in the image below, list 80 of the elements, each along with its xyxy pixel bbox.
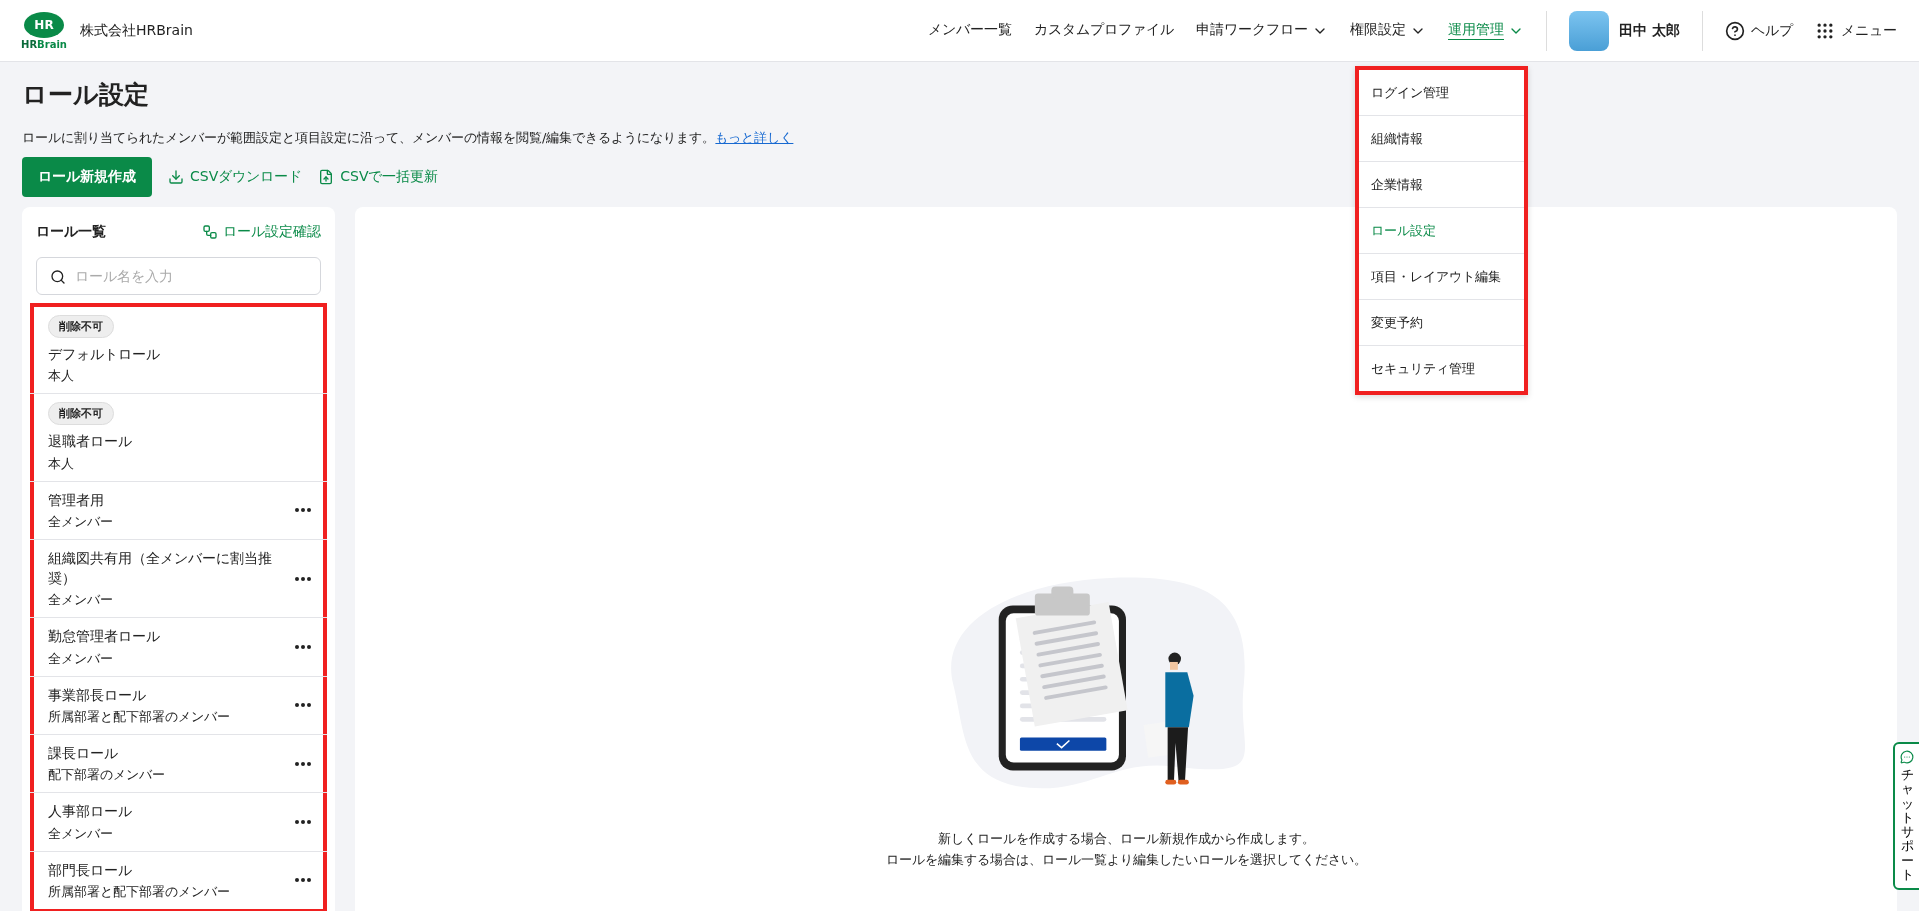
csv-download-button[interactable]: CSVダウンロード (168, 168, 303, 186)
role-confirm-link[interactable]: ロール設定確認 (202, 223, 321, 241)
role-list-item[interactable]: 部門長ロール 所属部署と配下部署のメンバー (30, 851, 327, 909)
ellipsis-icon (295, 576, 311, 581)
role-list-item[interactable]: 削除不可 デフォルトロール 本人 (30, 307, 327, 395)
menu-item[interactable]: 変更予約 (1359, 300, 1524, 346)
more-options-button[interactable] (295, 703, 311, 708)
search-icon (50, 269, 66, 285)
role-list-item[interactable]: 組織図共有用（全メンバーに割当推奨） 全メンバー (30, 539, 327, 619)
more-options-button[interactable] (295, 820, 311, 824)
role-scope: 全メンバー (48, 592, 114, 610)
role-scope: 配下部署のメンバー (48, 767, 165, 785)
role-name: 組織図共有用（全メンバーに割当推奨） (48, 548, 273, 589)
role-name: 部門長ロール (48, 860, 133, 880)
role-list-item[interactable]: 勤怠管理者ロール 全メンバー (30, 618, 327, 677)
more-options-button[interactable] (295, 761, 311, 766)
page-title: ロール設定 (22, 79, 149, 111)
user-avatar[interactable] (1569, 10, 1610, 51)
role-scope: 所属部署と配下部署のメンバー (48, 709, 230, 727)
logo-mark: HR (24, 11, 64, 38)
help-link[interactable]: ヘルプ (1725, 20, 1793, 41)
nav-link[interactable]: 運用管理 (1448, 21, 1525, 40)
file-upload-icon (318, 169, 335, 185)
role-name: 管理者用 (48, 490, 105, 510)
role-scope: 所属部署と配下部署のメンバー (48, 883, 230, 901)
menu-item[interactable]: ログイン管理 (1359, 70, 1524, 116)
role-name: 課長ロール (48, 744, 119, 764)
more-options-button[interactable] (295, 576, 311, 581)
role-search-field[interactable]: ロール名を入力 (36, 257, 321, 295)
role-scope: 全メンバー (48, 650, 114, 668)
user-name: 田中 太郎 (1619, 21, 1680, 40)
page-description: ロールに割り当てられたメンバーが範囲設定と項目設定に沿って、メンバーの情報を閲覧/編集できるようになります。もっと詳しく (22, 129, 794, 147)
panel-title: ロール一覧 (36, 223, 106, 241)
help-icon (1725, 20, 1745, 41)
role-list-item[interactable]: 人事部ロール 全メンバー (30, 793, 327, 852)
role-list-item[interactable]: 削除不可 退職者ロール 本人 (30, 394, 327, 482)
nav-link[interactable]: メンバー一覧 (928, 21, 1013, 40)
logo-wordmark: HRBrain (21, 39, 67, 50)
role-scope: 全メンバー (48, 513, 113, 531)
menu-item[interactable]: 組織情報 (1359, 116, 1524, 162)
create-role-button[interactable]: ロール新規作成 (22, 157, 152, 197)
download-icon (168, 169, 184, 185)
ellipsis-icon (295, 761, 311, 766)
csv-upload-button[interactable]: CSVで一括更新 (318, 168, 439, 186)
menu-item[interactable]: セキュリティ管理 (1359, 346, 1524, 391)
more-options-button[interactable] (295, 878, 311, 883)
chat-support-tab[interactable]: チャットサポート (1893, 742, 1919, 891)
role-scope: 全メンバー (48, 825, 114, 843)
more-link[interactable]: もっと詳しく (715, 130, 794, 145)
menu-item[interactable]: ロール設定 (1359, 208, 1524, 254)
ellipsis-icon (295, 820, 311, 824)
undeletable-badge: 削除不可 (48, 402, 114, 426)
role-name: 勤怠管理者ロール (48, 627, 160, 647)
empty-state-message: 新しくロールを作成する場合、ロール新規作成から作成します。 ロールを編集する場合は、ロール一覧より編集したいロールを選択してください。 (885, 830, 1367, 870)
nav-link[interactable]: 申請ワークフロー (1196, 21, 1329, 40)
ellipsis-icon (295, 508, 311, 513)
ellipsis-icon (295, 703, 311, 708)
hierarchy-icon (202, 224, 218, 240)
role-scope: 本人 (48, 368, 75, 386)
nav-link[interactable]: カスタムプロファイル (1034, 21, 1175, 40)
role-list-item[interactable]: 課長ロール 配下部署のメンバー (30, 735, 327, 794)
ellipsis-icon (295, 645, 311, 650)
role-name: 人事部ロール (48, 802, 132, 822)
menu-link[interactable]: メニュー (1815, 20, 1897, 41)
role-name: 事業部長ロール (48, 685, 147, 705)
undeletable-badge: 削除不可 (48, 315, 114, 338)
role-name: 退職者ロール (48, 432, 132, 452)
menu-item[interactable]: 企業情報 (1359, 162, 1524, 208)
role-scope: 本人 (48, 455, 75, 473)
more-options-button[interactable] (295, 645, 311, 650)
menu-item[interactable]: 項目・レイアウト編集 (1359, 254, 1524, 300)
nav-link[interactable]: 権限設定 (1350, 21, 1427, 40)
ellipsis-icon (295, 878, 311, 883)
role-list-item[interactable]: 事業部長ロール 所属部署と配下部署のメンバー (30, 676, 327, 736)
chat-bubble-icon (1900, 750, 1914, 764)
role-name: デフォルトロール (48, 345, 160, 364)
more-options-button[interactable] (295, 508, 311, 513)
company-name: 株式会社HRBrain (80, 21, 193, 40)
role-list-item[interactable]: 管理者用 全メンバー (30, 481, 327, 540)
company-logo[interactable]: HR HRBrain (22, 11, 66, 50)
